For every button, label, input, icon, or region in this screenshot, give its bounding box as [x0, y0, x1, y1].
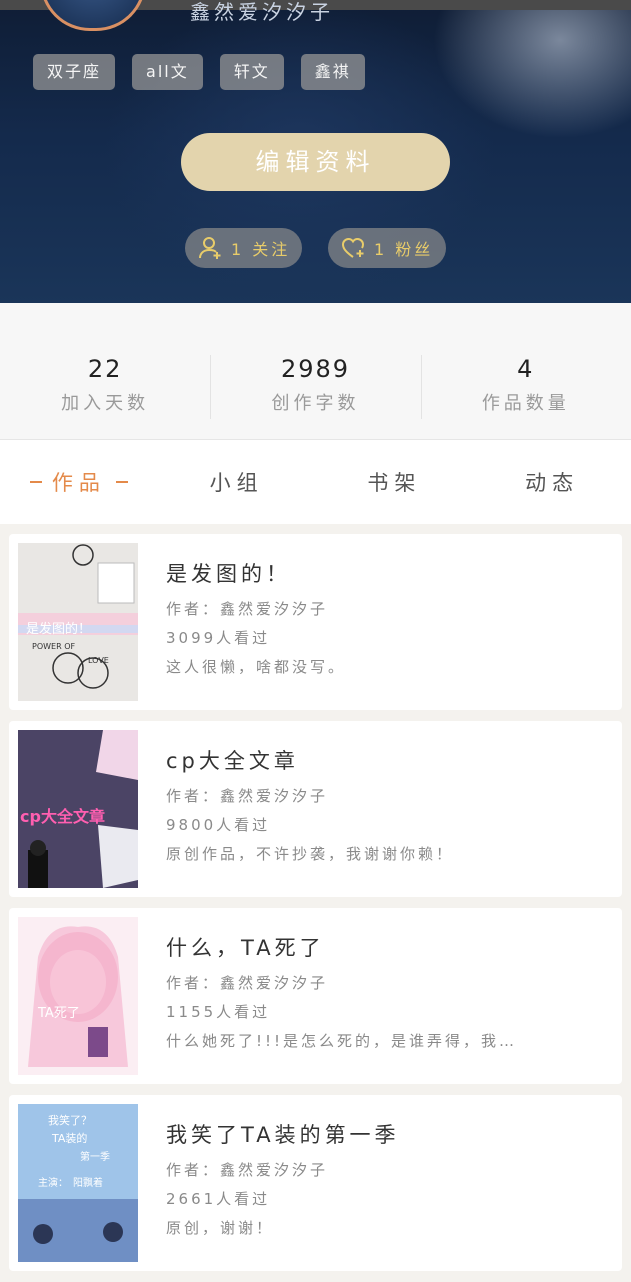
work-info: 什么，TA死了 作者：鑫然爱汐汐子 1155人看过 什么她死了!!!是怎么死的，…	[166, 932, 602, 1051]
heart-icon	[340, 235, 366, 261]
username: 鑫然爱汐汐子	[190, 0, 334, 24]
svg-text:cp大全文章: cp大全文章	[20, 807, 105, 826]
avatar[interactable]	[40, 0, 146, 31]
stat-value: 22	[87, 355, 123, 383]
work-author: 作者：鑫然爱汐汐子	[166, 974, 329, 992]
stat-label: 作品数量	[481, 393, 570, 414]
tag-item[interactable]: all文	[132, 54, 203, 90]
tab-groups[interactable]: 小组	[158, 440, 316, 524]
work-card[interactable]: 我笑了？ TA装的 第一季 主演： 阳飘着 我笑了TA装的第一季 作者：鑫然爱汐…	[9, 1095, 622, 1271]
edit-profile-button[interactable]: 编辑资料	[181, 133, 450, 191]
tab-label: 书架	[367, 471, 422, 495]
work-author: 作者：鑫然爱汐汐子	[166, 1161, 329, 1179]
work-description: 这人很懒，啥都没写。	[166, 658, 347, 676]
work-views: 3099人看过	[166, 629, 271, 647]
work-info: 是发图的！ 作者：鑫然爱汐汐子 3099人看过 这人很懒，啥都没写。	[166, 558, 602, 677]
svg-text:我笑了？: 我笑了？	[48, 1113, 92, 1127]
following-label: 1 关注	[231, 240, 291, 259]
work-cover-image: cp大全文章	[18, 730, 138, 888]
work-card[interactable]: TA死了 什么，TA死了 作者：鑫然爱汐汐子 1155人看过 什么她死了!!!是…	[9, 908, 622, 1084]
stat-value: 2989	[280, 355, 351, 383]
tag-item[interactable]: 双子座	[33, 54, 116, 90]
svg-text:主演：: 主演：	[38, 1176, 68, 1189]
work-card[interactable]: 是发图的！ POWER OF LOVE 是发图的！ 作者：鑫然爱汐汐子 3099…	[9, 534, 622, 710]
work-cover-image: 我笑了？ TA装的 第一季 主演： 阳飘着	[18, 1104, 138, 1262]
svg-text:TA死了: TA死了	[37, 1006, 80, 1021]
svg-text:是发图的！: 是发图的！	[26, 621, 91, 637]
following-button[interactable]: 1 关注	[185, 228, 302, 268]
tag-item[interactable]: 鑫祺	[300, 54, 365, 90]
work-info: 我笑了TA装的第一季 作者：鑫然爱汐汐子 2661人看过 原创，谢谢！	[166, 1119, 602, 1238]
work-title: 什么，TA死了	[166, 936, 325, 960]
tag-list: 双子座 all文 轩文 鑫祺	[33, 54, 365, 90]
svg-text:POWER OF: POWER OF	[32, 642, 75, 651]
work-card[interactable]: cp大全文章 cp大全文章 作者：鑫然爱汐汐子 9800人看过 原创作品，不许抄…	[9, 721, 622, 897]
work-description: 原创，谢谢！	[166, 1219, 275, 1237]
tab-bookshelf[interactable]: 书架	[316, 440, 474, 524]
work-description: 什么她死了!!!是怎么死的，是谁弄得，我…	[166, 1032, 518, 1050]
stat-works-count: 4 作品数量	[420, 303, 631, 439]
work-title: 是发图的！	[166, 562, 291, 586]
svg-text:阳飘着: 阳飘着	[73, 1176, 103, 1189]
tab-works[interactable]: 作品	[0, 440, 158, 524]
tab-label: 作品	[51, 471, 106, 495]
work-cover-image: 是发图的！ POWER OF LOVE	[18, 543, 138, 701]
work-views: 9800人看过	[166, 816, 271, 834]
tab-label: 小组	[209, 471, 264, 495]
tag-item[interactable]: 轩文	[219, 54, 284, 90]
profile-header: 鑫然爱汐汐子 双子座 all文 轩文 鑫祺 编辑资料 1 关注 1 粉丝	[0, 0, 631, 303]
user-add-icon	[197, 235, 223, 261]
stat-label: 加入天数	[61, 393, 150, 414]
fans-button[interactable]: 1 粉丝	[328, 228, 446, 268]
work-cover-image: TA死了	[18, 917, 138, 1075]
work-views: 2661人看过	[166, 1190, 271, 1208]
stat-value: 4	[517, 355, 535, 383]
work-title: cp大全文章	[166, 749, 299, 773]
tab-label: 动态	[525, 471, 580, 495]
profile-tabs: 作品 小组 书架 动态	[0, 440, 631, 524]
fans-label: 1 粉丝	[374, 240, 434, 259]
works-list: 是发图的！ POWER OF LOVE 是发图的！ 作者：鑫然爱汐汐子 3099…	[9, 534, 622, 1282]
tab-indicator-right	[115, 481, 128, 483]
svg-text:第一季: 第一季	[80, 1150, 110, 1163]
stat-label: 创作字数	[271, 393, 360, 414]
work-author: 作者：鑫然爱汐汐子	[166, 787, 329, 805]
work-author: 作者：鑫然爱汐汐子	[166, 600, 329, 618]
work-views: 1155人看过	[166, 1003, 271, 1021]
stat-word-count: 2989 创作字数	[210, 303, 420, 439]
svg-text:LOVE: LOVE	[88, 656, 109, 665]
work-description: 原创作品，不许抄袭，我谢谢你赖！	[166, 845, 455, 863]
stat-join-days: 22 加入天数	[0, 303, 210, 439]
svg-text:TA装的: TA装的	[51, 1131, 87, 1145]
tab-activity[interactable]: 动态	[473, 440, 631, 524]
work-title: 我笑了TA装的第一季	[166, 1123, 400, 1147]
stats-bar: 22 加入天数 2989 创作字数 4 作品数量	[0, 303, 631, 440]
work-info: cp大全文章 作者：鑫然爱汐汐子 9800人看过 原创作品，不许抄袭，我谢谢你赖…	[166, 745, 602, 864]
tab-indicator-left	[29, 481, 42, 483]
